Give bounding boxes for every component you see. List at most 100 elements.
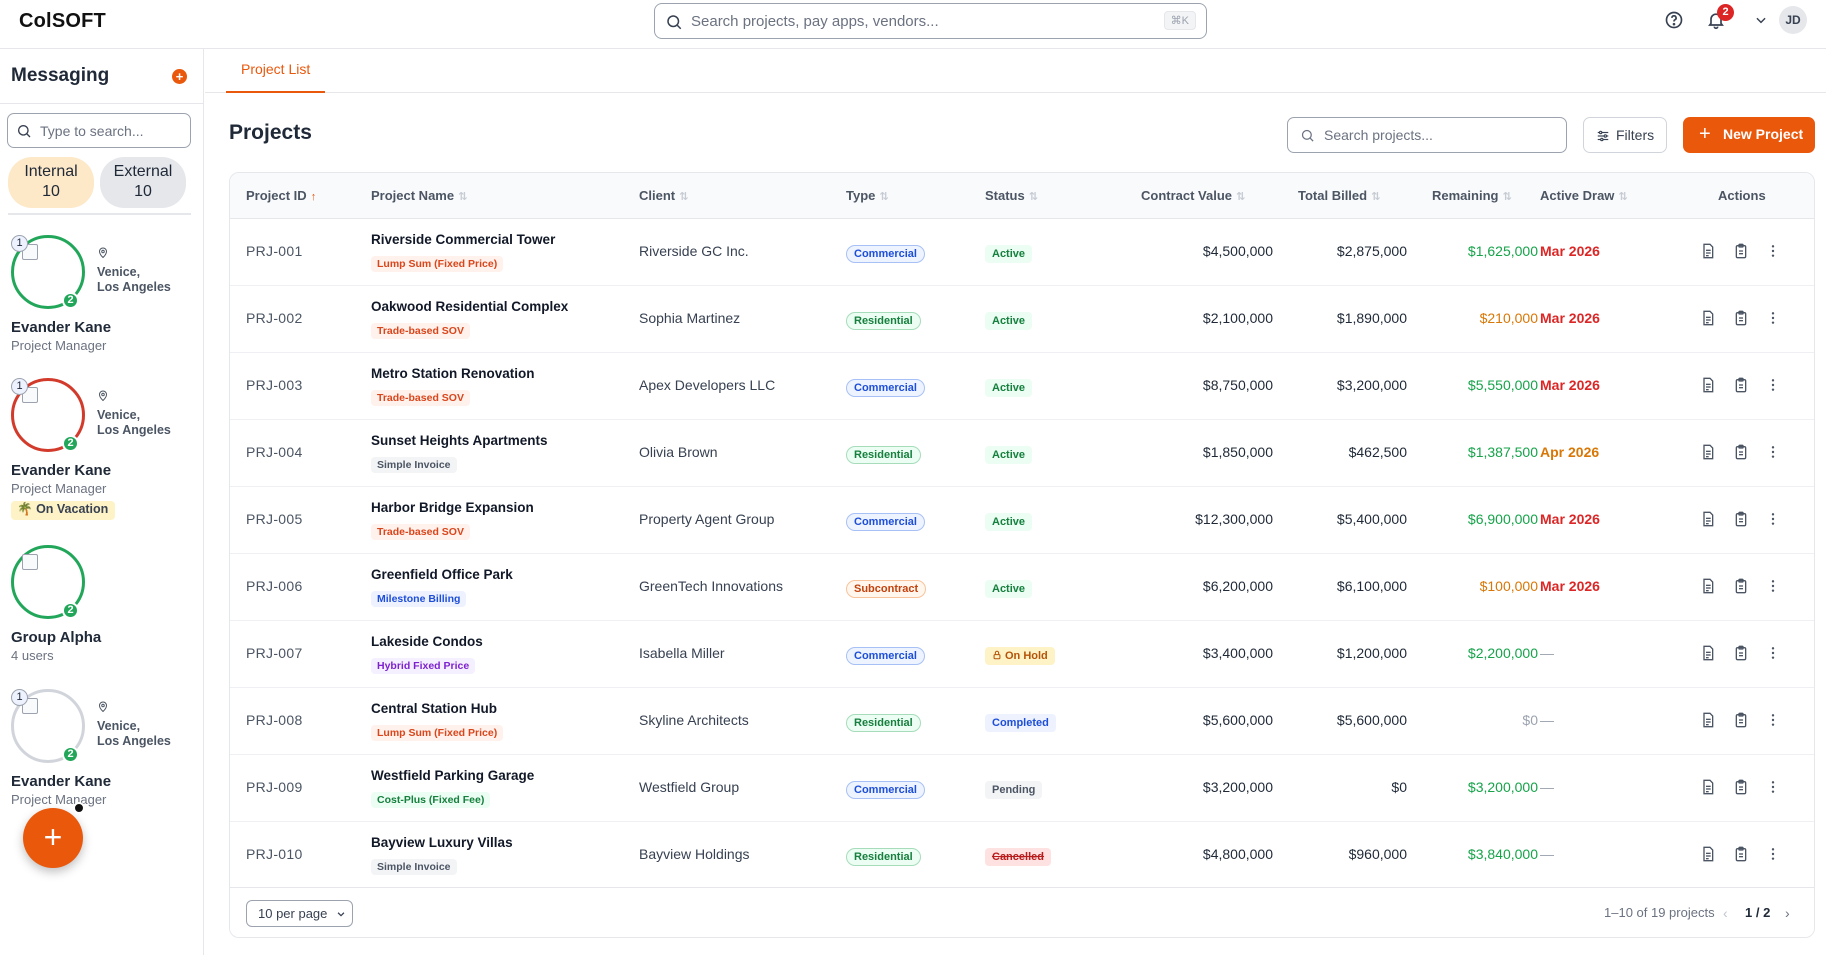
clipboard-icon[interactable] — [1733, 444, 1749, 460]
table-row[interactable]: PRJ-010 Bayview Luxury Villas Simple Invoi… — [230, 822, 1814, 889]
project-id[interactable]: PRJ-003 — [246, 377, 303, 393]
more-vertical-icon[interactable] — [1765, 444, 1781, 460]
table-row[interactable]: PRJ-005 Harbor Bridge Expansion Trade-base… — [230, 487, 1814, 554]
document-icon[interactable] — [1700, 645, 1716, 661]
project-name[interactable]: Lakeside Condos — [371, 634, 483, 649]
more-vertical-icon[interactable] — [1765, 377, 1781, 393]
next-page-button[interactable]: › — [1785, 905, 1790, 921]
document-icon[interactable] — [1700, 243, 1716, 259]
clipboard-icon[interactable] — [1733, 779, 1749, 795]
global-search-input[interactable]: Search projects, pay apps, vendors... ⌘K — [654, 3, 1207, 39]
column-header-client[interactable]: Client ⇅ — [639, 188, 688, 203]
more-vertical-icon[interactable] — [1765, 846, 1781, 862]
more-vertical-icon[interactable] — [1765, 712, 1781, 728]
projects-search-input[interactable]: Search projects... — [1287, 117, 1567, 153]
column-header-type[interactable]: Type ⇅ — [846, 188, 889, 203]
project-id[interactable]: PRJ-001 — [246, 243, 303, 259]
more-vertical-icon[interactable] — [1765, 310, 1781, 326]
project-id[interactable]: PRJ-010 — [246, 846, 303, 862]
table-row[interactable]: PRJ-007 Lakeside Condos Hybrid Fixed Price… — [230, 621, 1814, 688]
project-name[interactable]: Greenfield Office Park — [371, 567, 513, 582]
table-row[interactable]: PRJ-003 Metro Station Renovation Trade-bas… — [230, 353, 1814, 420]
project-id[interactable]: PRJ-008 — [246, 712, 303, 728]
project-name[interactable]: Bayview Luxury Villas — [371, 835, 513, 850]
table-row[interactable]: PRJ-001 Riverside Commercial Tower Lump Su… — [230, 219, 1814, 286]
clipboard-icon[interactable] — [1733, 578, 1749, 594]
table-row[interactable]: PRJ-006 Greenfield Office Park Milestone B… — [230, 554, 1814, 621]
total-billed: $1,200,000 — [1336, 645, 1407, 661]
clipboard-icon[interactable] — [1733, 645, 1749, 661]
project-name[interactable]: Metro Station Renovation — [371, 366, 535, 381]
project-name[interactable]: Westfield Parking Garage — [371, 768, 534, 783]
project-id[interactable]: PRJ-004 — [246, 444, 303, 460]
active-draw: — — [1540, 846, 1554, 862]
project-name[interactable]: Sunset Heights Apartments — [371, 433, 548, 448]
project-name[interactable]: Oakwood Residential Complex — [371, 299, 568, 314]
document-icon[interactable] — [1700, 779, 1716, 795]
status-badge: Active — [985, 446, 1033, 464]
more-vertical-icon[interactable] — [1765, 779, 1781, 795]
messaging-search-input[interactable]: Type to search... — [7, 113, 191, 148]
tab-project-list[interactable]: Project List — [226, 49, 326, 93]
per-page-value: 10 per page — [258, 906, 328, 921]
clipboard-icon[interactable] — [1733, 712, 1749, 728]
status-label: Cancelled — [992, 851, 1044, 863]
document-icon[interactable] — [1700, 444, 1716, 460]
project-name[interactable]: Harbor Bridge Expansion — [371, 500, 534, 515]
clipboard-icon[interactable] — [1733, 377, 1749, 393]
project-name[interactable]: Riverside Commercial Tower — [371, 232, 555, 247]
brand-logo[interactable]: ColSOFT — [19, 10, 106, 33]
column-header-project-name[interactable]: Project Name ⇅ — [371, 188, 467, 203]
project-id[interactable]: PRJ-005 — [246, 511, 303, 527]
project-id[interactable]: PRJ-007 — [246, 645, 303, 661]
client-name: Westfield Group — [639, 779, 740, 795]
per-page-select[interactable]: 10 per page — [246, 900, 353, 927]
tab-external[interactable]: External 10 — [100, 157, 186, 208]
user-avatar[interactable]: JD — [1779, 6, 1807, 34]
document-icon[interactable] — [1700, 712, 1716, 728]
remaining-amount: $210,000 — [1479, 310, 1538, 326]
document-icon[interactable] — [1700, 310, 1716, 326]
clipboard-icon[interactable] — [1733, 511, 1749, 527]
table-row[interactable]: PRJ-009 Westfield Parking Garage Cost-Plus… — [230, 755, 1814, 822]
chevron-down-icon[interactable] — [1754, 13, 1768, 27]
filters-button[interactable]: Filters — [1583, 117, 1667, 153]
client-name: Isabella Miller — [639, 645, 725, 661]
contact-avatar: 1 2 — [11, 235, 85, 309]
project-id[interactable]: PRJ-009 — [246, 779, 303, 795]
tab-internal[interactable]: Internal 10 — [8, 157, 94, 208]
column-header-remaining[interactable]: Remaining ⇅ — [1432, 188, 1512, 203]
column-header-contract-value[interactable]: Contract Value ⇅ — [1141, 188, 1245, 203]
column-header-status[interactable]: Status ⇅ — [985, 188, 1038, 203]
more-vertical-icon[interactable] — [1765, 243, 1781, 259]
clipboard-icon[interactable] — [1733, 310, 1749, 326]
more-vertical-icon[interactable] — [1765, 645, 1781, 661]
table-row[interactable]: PRJ-002 Oakwood Residential Complex Trade-… — [230, 286, 1814, 353]
clipboard-icon[interactable] — [1733, 243, 1749, 259]
document-icon[interactable] — [1700, 578, 1716, 594]
previous-page-button[interactable]: ‹ — [1723, 905, 1728, 921]
contact-role: Project Manager — [11, 338, 107, 353]
main-tab-bar: Project List — [205, 49, 1826, 93]
column-header-total-billed[interactable]: Total Billed ⇅ — [1298, 188, 1380, 203]
new-message-button[interactable]: + — [172, 69, 187, 84]
status-badge: Cancelled — [985, 848, 1051, 866]
new-chat-fab-button[interactable]: + — [23, 808, 83, 868]
document-icon[interactable] — [1700, 511, 1716, 527]
table-row[interactable]: PRJ-008 Central Station Hub Lump Sum (Fixe… — [230, 688, 1814, 755]
column-header-active-draw[interactable]: Active Draw ⇅ — [1540, 188, 1628, 203]
status-badge: Active — [985, 580, 1033, 598]
more-vertical-icon[interactable] — [1765, 578, 1781, 594]
help-icon[interactable] — [1664, 10, 1684, 30]
column-header-project-id[interactable]: Project ID ↑ — [246, 188, 316, 203]
document-icon[interactable] — [1700, 377, 1716, 393]
more-vertical-icon[interactable] — [1765, 511, 1781, 527]
project-id[interactable]: PRJ-002 — [246, 310, 303, 326]
clipboard-icon[interactable] — [1733, 846, 1749, 862]
project-name[interactable]: Central Station Hub — [371, 701, 497, 716]
new-project-button[interactable]: + New Project — [1683, 117, 1815, 153]
table-row[interactable]: PRJ-004 Sunset Heights Apartments Simple I… — [230, 420, 1814, 487]
messaging-search-placeholder: Type to search... — [40, 123, 144, 139]
document-icon[interactable] — [1700, 846, 1716, 862]
project-id[interactable]: PRJ-006 — [246, 578, 303, 594]
